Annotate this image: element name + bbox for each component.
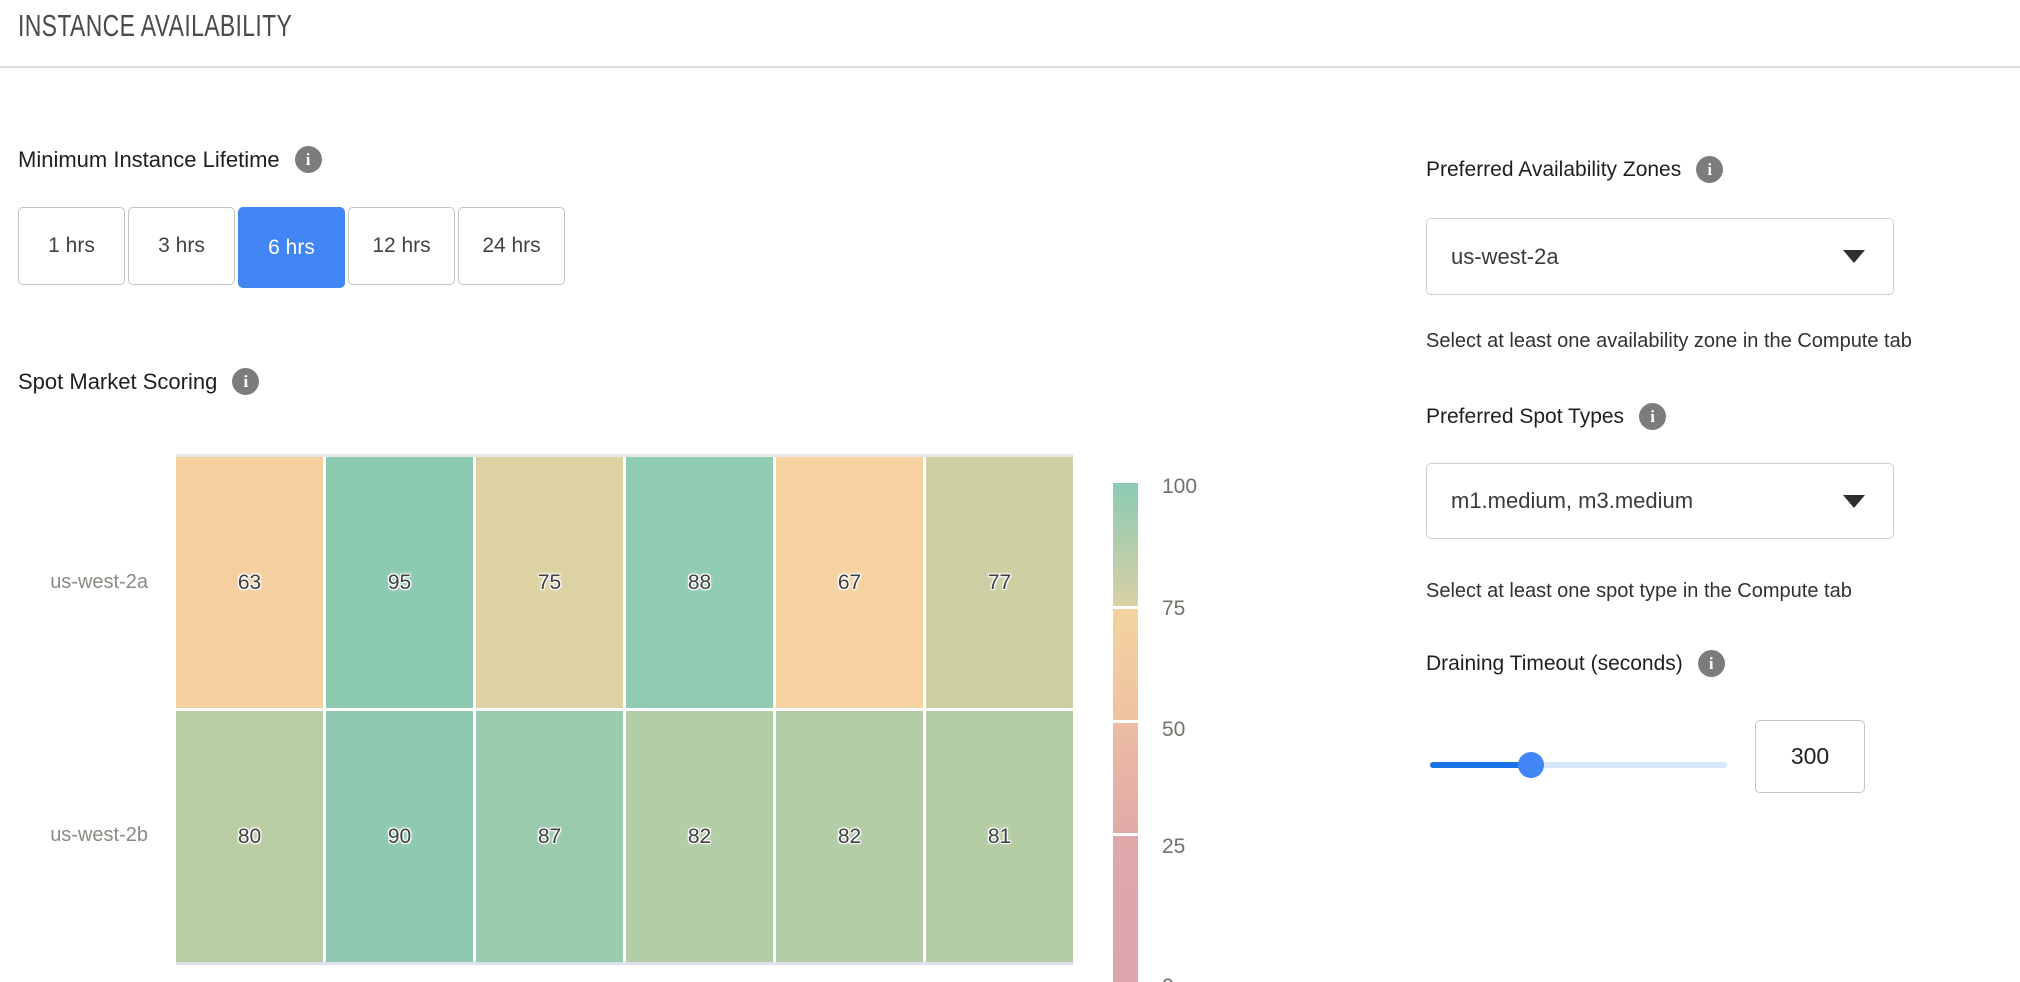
- heatmap-cell-us-west-2a-0: 63: [176, 457, 323, 708]
- heatmap-cell-us-west-2b-3: 82: [626, 711, 773, 962]
- chevron-down-icon: [1843, 495, 1865, 508]
- page-title: INSTANCE AVAILABILITY: [18, 8, 292, 44]
- slider-fill: [1430, 762, 1531, 768]
- header-divider: [0, 66, 2020, 68]
- heatmap-bottom-axis-line: [176, 962, 1073, 965]
- heatmap-cell-us-west-2b-1: 90: [326, 711, 473, 962]
- info-icon[interactable]: i: [232, 368, 259, 395]
- lifetime-option-12-hrs[interactable]: 12 hrs: [348, 207, 455, 285]
- heatmap-cell-us-west-2a-4: 67: [776, 457, 923, 708]
- colorbar-tick-50: 50: [1162, 718, 1222, 742]
- info-icon[interactable]: i: [295, 146, 322, 173]
- heatmap-cell-us-west-2b-4: 82: [776, 711, 923, 962]
- lifetime-option-1-hrs[interactable]: 1 hrs: [18, 207, 125, 285]
- info-icon[interactable]: i: [1696, 156, 1723, 183]
- preferred-spot-types-label: Preferred Spot Types: [1426, 405, 1624, 429]
- chevron-down-icon: [1843, 250, 1865, 263]
- colorbar-tick-100: 100: [1162, 475, 1222, 499]
- instance-availability-page: INSTANCE AVAILABILITY Minimum Instance L…: [0, 0, 2020, 982]
- preferred-spot-types-label-row: Preferred Spot Types i: [1426, 403, 1666, 430]
- heatmap-cell-us-west-2a-3: 88: [626, 457, 773, 708]
- draining-timeout-label: Draining Timeout (seconds): [1426, 652, 1683, 676]
- colorbar-tick-75: 75: [1162, 597, 1222, 621]
- heatmap-cell-us-west-2b-5: 81: [926, 711, 1073, 962]
- minimum-instance-lifetime-label: Minimum Instance Lifetime: [18, 147, 280, 173]
- heatmap-cell-us-west-2b-0: 80: [176, 711, 323, 962]
- lifetime-option-6-hrs[interactable]: 6 hrs: [238, 207, 345, 288]
- colorbar-segment-100-75: [1113, 483, 1138, 606]
- info-icon[interactable]: i: [1639, 403, 1666, 430]
- availability-zones-dropdown-value: us-west-2a: [1451, 244, 1843, 270]
- heatmap-cell-us-west-2a-2: 75: [476, 457, 623, 708]
- spot-types-dropdown[interactable]: m1.medium, m3.medium: [1426, 463, 1894, 539]
- availability-zones-dropdown[interactable]: us-west-2a: [1426, 218, 1894, 295]
- slider-thumb[interactable]: [1518, 752, 1544, 778]
- draining-timeout-label-row: Draining Timeout (seconds) i: [1426, 650, 1725, 677]
- heatmap-grid: 639575886777809087828281: [176, 457, 1073, 962]
- lifetime-button-group: 1 hrs3 hrs6 hrs12 hrs24 hrs: [18, 207, 565, 288]
- draining-timeout-input[interactable]: [1755, 720, 1865, 793]
- heatmap-cell-us-west-2a-1: 95: [326, 457, 473, 708]
- colorbar-tick-25: 25: [1162, 835, 1222, 859]
- spot-market-scoring-label: Spot Market Scoring: [18, 369, 217, 395]
- preferred-availability-zones-label-row: Preferred Availability Zones i: [1426, 156, 1723, 183]
- heatmap-row-label-us-west-2a: us-west-2a: [20, 571, 148, 594]
- heatmap-cell-us-west-2a-5: 77: [926, 457, 1073, 708]
- colorbar-segment-75-50: [1113, 609, 1138, 720]
- lifetime-option-3-hrs[interactable]: 3 hrs: [128, 207, 235, 285]
- lifetime-option-24-hrs[interactable]: 24 hrs: [458, 207, 565, 285]
- draining-timeout-slider[interactable]: [1430, 752, 1727, 778]
- minimum-instance-lifetime-label-row: Minimum Instance Lifetime i: [18, 146, 322, 173]
- colorbar-tick-0: 0: [1162, 975, 1222, 982]
- info-icon[interactable]: i: [1698, 650, 1725, 677]
- heatmap-row-label-us-west-2b: us-west-2b: [20, 824, 148, 847]
- availability-zones-helper-text: Select at least one availability zone in…: [1426, 330, 1912, 353]
- colorbar-segment-25-0: [1113, 836, 1138, 982]
- heatmap-cell-us-west-2b-2: 87: [476, 711, 623, 962]
- spot-types-helper-text: Select at least one spot type in the Com…: [1426, 580, 1852, 603]
- spot-market-scoring-label-row: Spot Market Scoring i: [18, 368, 259, 395]
- spot-types-dropdown-value: m1.medium, m3.medium: [1451, 488, 1843, 514]
- colorbar-segment-50-25: [1113, 723, 1138, 833]
- preferred-availability-zones-label: Preferred Availability Zones: [1426, 158, 1681, 182]
